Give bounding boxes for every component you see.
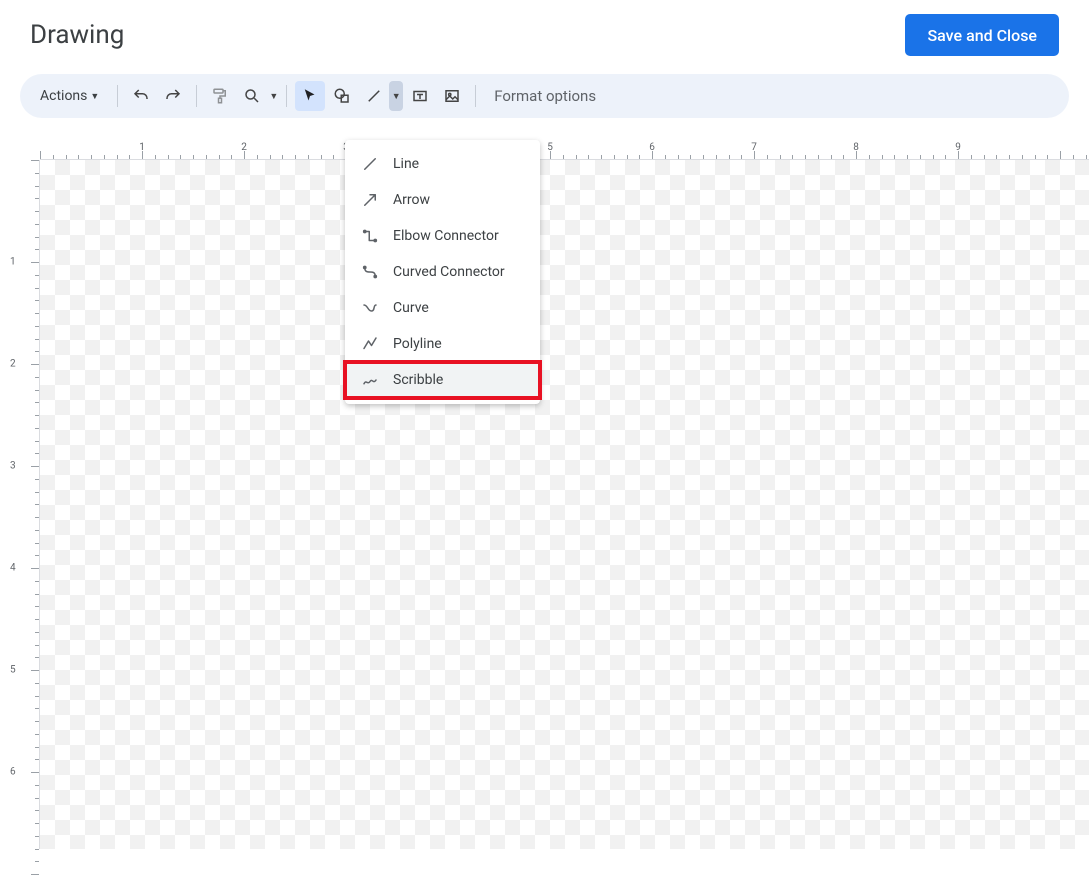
ruler-mark: 3 <box>10 461 16 472</box>
paint-roller-icon <box>211 87 229 105</box>
horizontal-ruler: 123456789 <box>40 140 1089 160</box>
curve-icon <box>361 299 379 317</box>
line-menu-item-arrow[interactable]: Arrow <box>345 182 540 218</box>
vertical-ruler: 1 2 3 4 5 6 <box>4 160 40 849</box>
line-icon <box>361 155 379 173</box>
select-tool-button[interactable] <box>295 81 325 111</box>
line-menu-item-curved[interactable]: Curved Connector <box>345 254 540 290</box>
menu-item-label: Curve <box>393 300 429 316</box>
polyline-icon <box>361 335 379 353</box>
zoom-tool-button[interactable]: ▼ <box>237 81 278 111</box>
menu-item-label: Line <box>393 156 419 172</box>
ruler-mark: 5 <box>10 665 16 676</box>
dialog-header: Drawing Save and Close <box>0 0 1089 74</box>
line-menu-item-curve[interactable]: Curve <box>345 290 540 326</box>
drawing-canvas[interactable] <box>40 160 1089 849</box>
menu-item-label: Arrow <box>393 192 430 208</box>
actions-menu-button[interactable]: Actions ▼ <box>30 88 109 104</box>
caret-down-icon: ▼ <box>269 91 278 102</box>
toolbar-separator <box>286 85 287 107</box>
cursor-icon <box>301 87 319 105</box>
toolbar-separator <box>196 85 197 107</box>
caret-down-icon: ▼ <box>90 91 99 102</box>
ruler-mark: 2 <box>10 359 16 370</box>
line-tool-button[interactable] <box>359 81 389 111</box>
format-options-button[interactable]: Format options <box>484 87 606 105</box>
menu-item-label: Elbow Connector <box>393 228 499 244</box>
line-tool-dropdown-button[interactable]: ▼ <box>389 81 403 111</box>
paint-format-button[interactable] <box>205 81 235 111</box>
line-menu-item-scribble[interactable]: Scribble <box>345 362 540 398</box>
shape-icon <box>333 87 351 105</box>
redo-icon <box>164 87 182 105</box>
line-menu-item-line[interactable]: Line <box>345 146 540 182</box>
ruler-mark: 6 <box>10 767 16 778</box>
actions-label: Actions <box>40 88 87 104</box>
undo-button[interactable] <box>126 81 156 111</box>
toolbar-separator <box>117 85 118 107</box>
arrow-icon <box>361 191 379 209</box>
redo-button[interactable] <box>158 81 188 111</box>
caret-down-icon: ▼ <box>392 91 401 102</box>
menu-item-label: Scribble <box>393 372 443 388</box>
scribble-icon <box>361 371 379 389</box>
shape-tool-button[interactable] <box>327 81 357 111</box>
undo-icon <box>132 87 150 105</box>
line-type-menu: Line Arrow Elbow Connector Curved Connector… <box>345 140 540 404</box>
magnifier-icon <box>243 87 261 105</box>
textbox-tool-button[interactable] <box>405 81 435 111</box>
drawing-workspace: 123456789 1 2 3 4 5 6 <box>4 140 1089 849</box>
drawing-toolbar: Actions ▼ ▼ ▼ Format optio <box>20 74 1069 118</box>
line-menu-item-polyline[interactable]: Polyline <box>345 326 540 362</box>
ruler-mark: 1 <box>10 257 16 268</box>
image-icon <box>443 87 461 105</box>
menu-item-label: Polyline <box>393 336 442 352</box>
image-tool-button[interactable] <box>437 81 467 111</box>
curved-icon <box>361 263 379 281</box>
toolbar-separator <box>475 85 476 107</box>
line-menu-item-elbow[interactable]: Elbow Connector <box>345 218 540 254</box>
dialog-title: Drawing <box>30 20 124 50</box>
ruler-mark: 4 <box>10 563 16 574</box>
menu-item-label: Curved Connector <box>393 264 505 280</box>
line-icon <box>365 87 383 105</box>
save-and-close-button[interactable]: Save and Close <box>905 14 1059 56</box>
elbow-icon <box>361 227 379 245</box>
textbox-icon <box>411 87 429 105</box>
